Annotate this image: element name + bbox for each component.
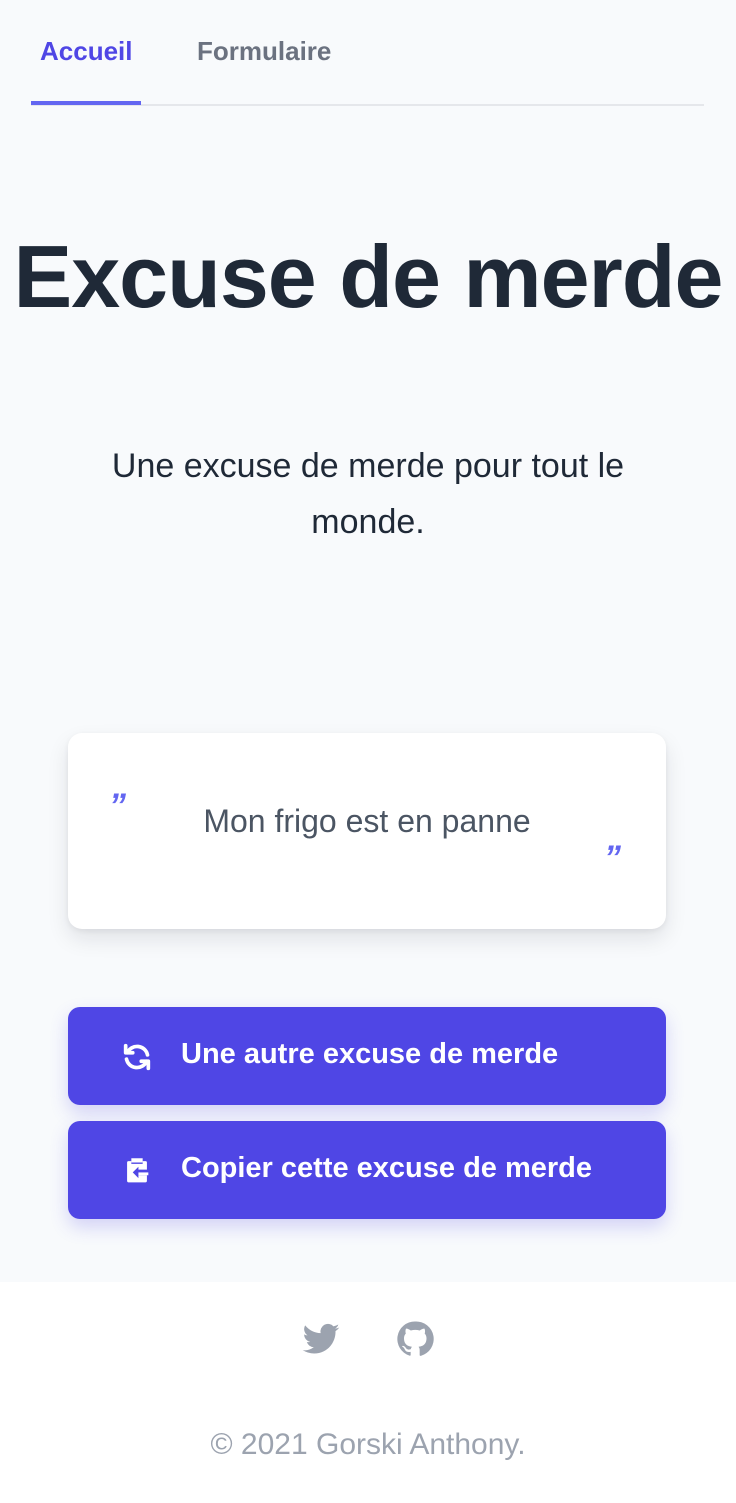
copyright: © 2021 Gorski Anthony. [210,1428,526,1461]
close-quote-icon: ” [604,839,621,877]
excuse-text: Mon frigo est en panne [203,803,531,839]
top-nav: Accueil Formulaire [31,0,704,106]
excuse-card: ” Mon frigo est en panne ” [68,733,666,929]
page-title: Excuse de merde [13,227,724,326]
another-excuse-button[interactable]: Une autre excuse de merde [68,1007,666,1105]
page-subtitle: Une excuse de merde pour tout le monde. [111,447,625,541]
github-icon[interactable] [395,1319,435,1359]
clipboard-copy-icon [127,1158,149,1183]
tab-formulaire[interactable]: Formulaire [197,36,331,67]
refresh-icon [123,1043,151,1071]
twitter-icon[interactable] [301,1319,341,1359]
copy-excuse-button[interactable]: Copier cette excuse de merde [68,1121,666,1219]
footer: © 2021 Gorski Anthony. [0,1282,736,1503]
copy-excuse-label: Copier cette excuse de merde [181,1152,593,1184]
tab-accueil[interactable]: Accueil [40,36,133,67]
another-excuse-label: Une autre excuse de merde [181,1038,559,1070]
active-tab-indicator [31,101,141,105]
